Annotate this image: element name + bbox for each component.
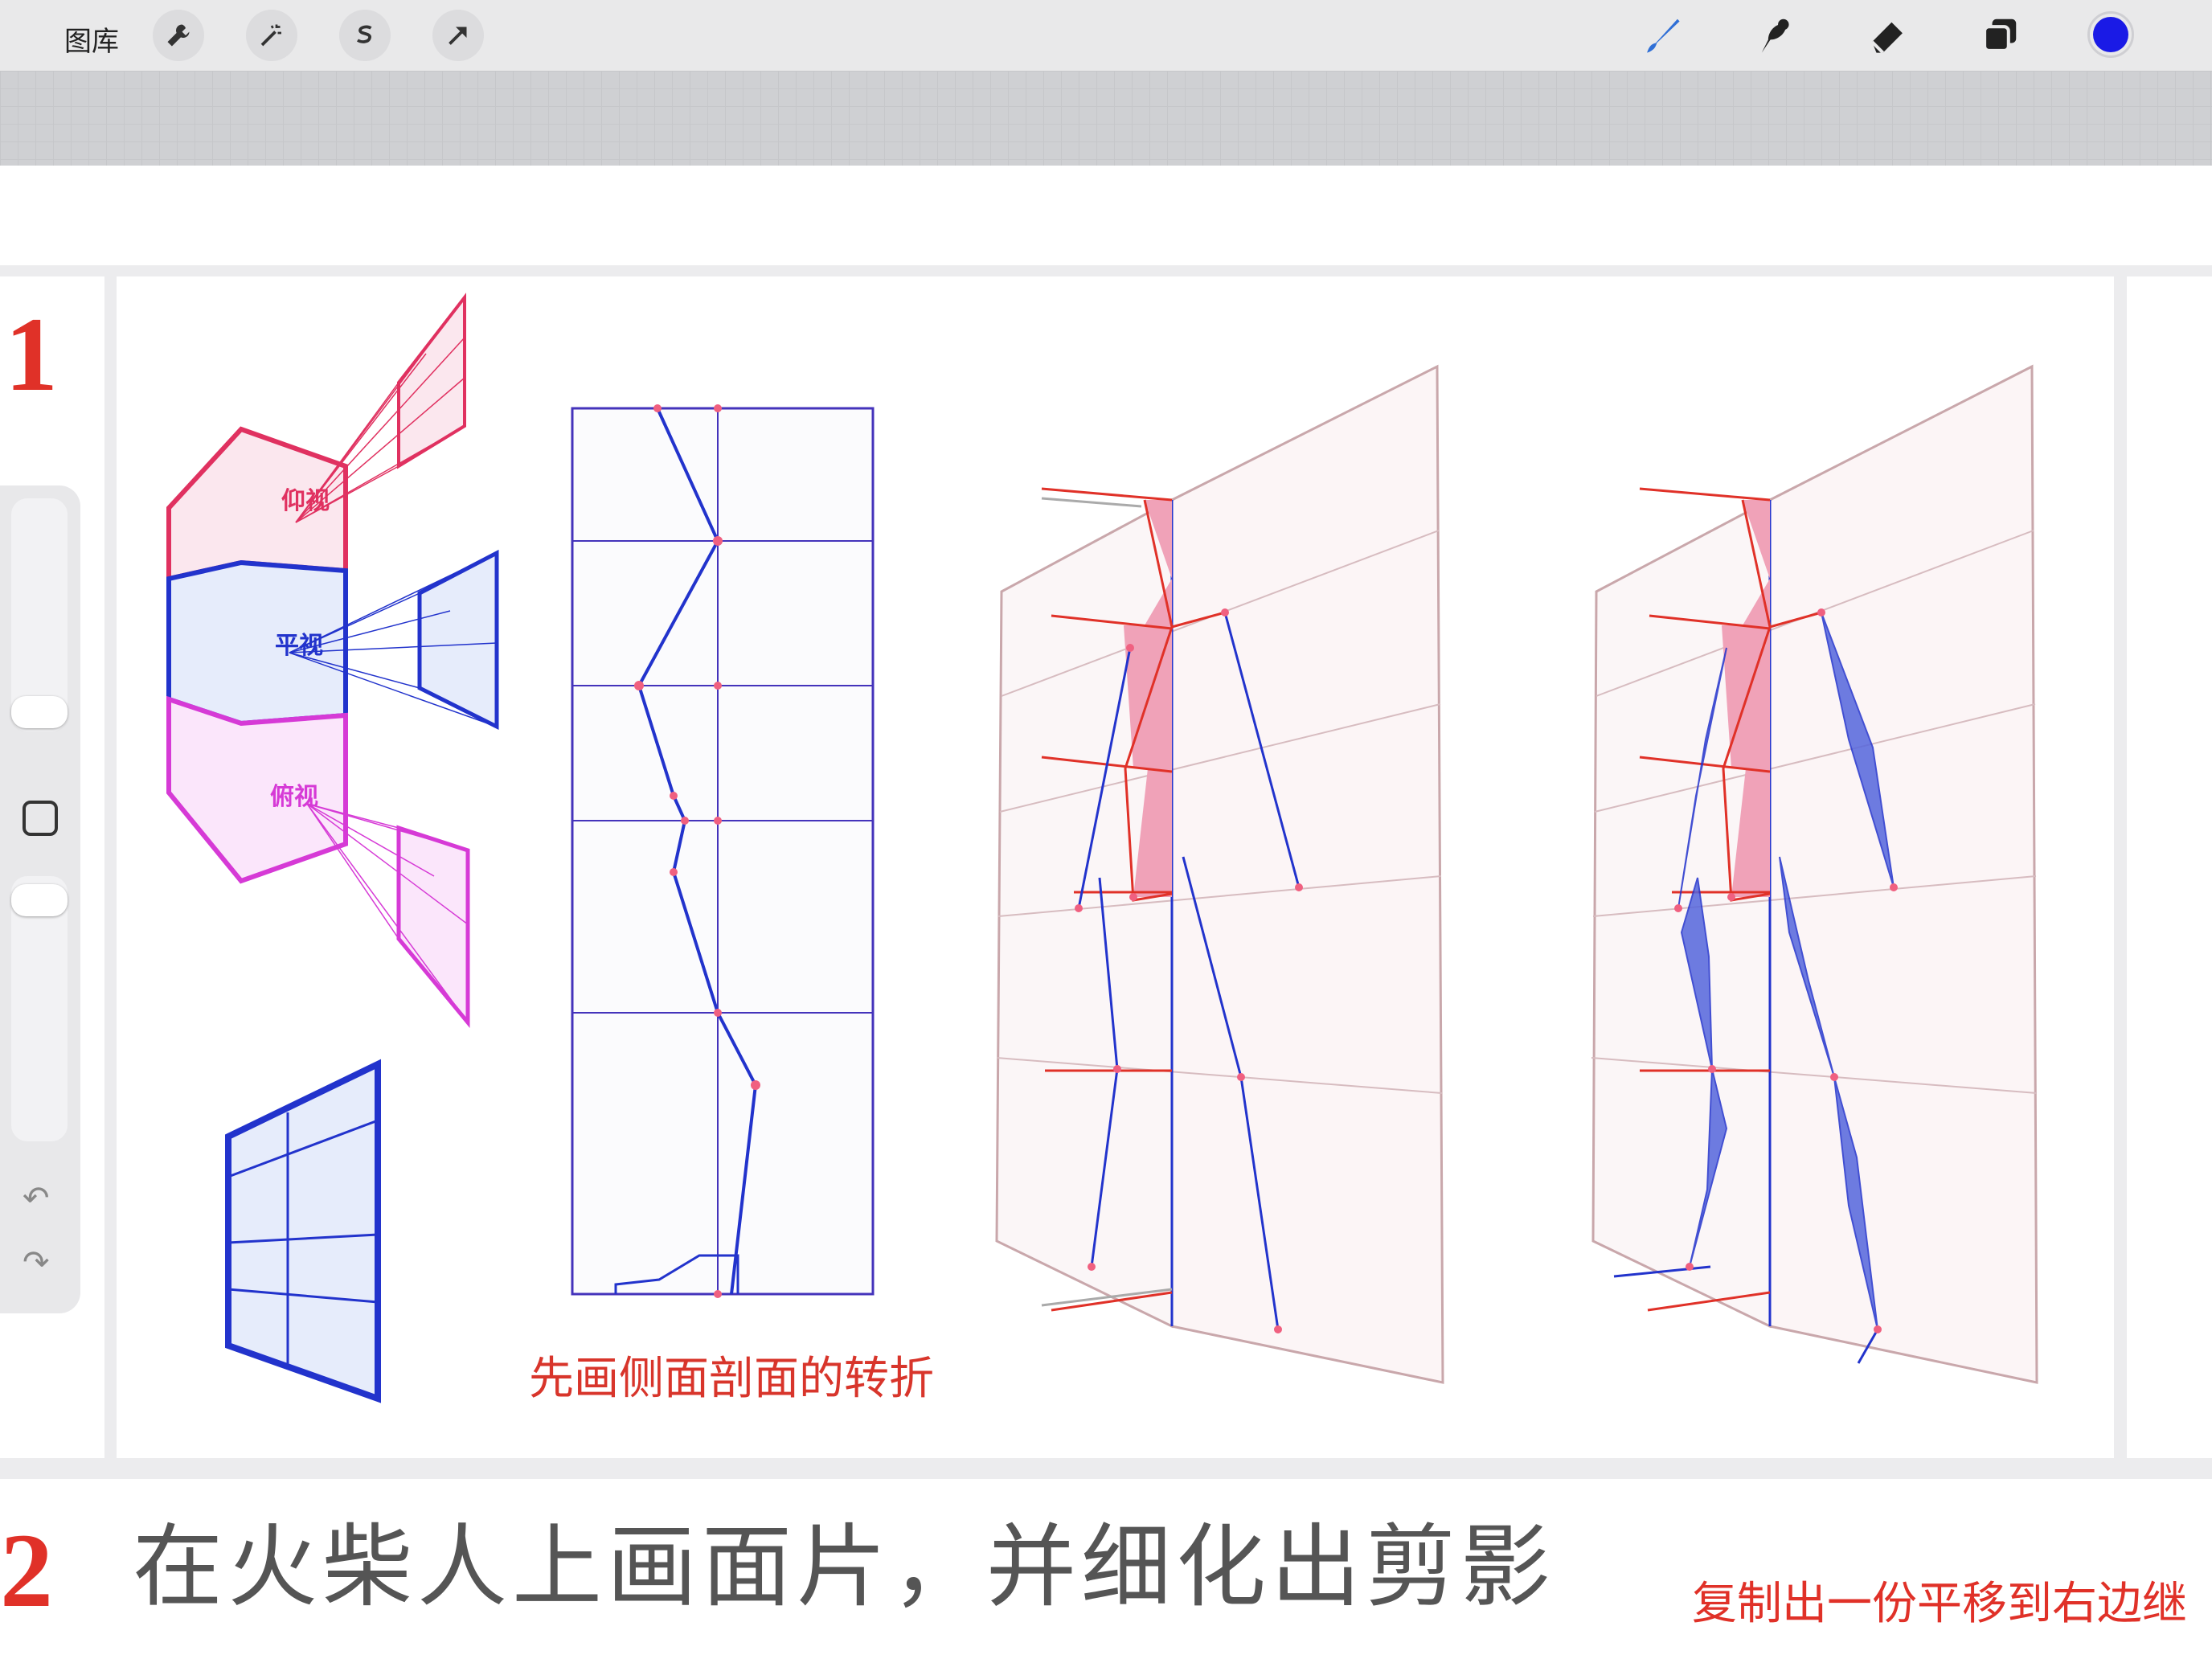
redo-icon[interactable]: ↷ [23,1244,50,1281]
caption-side-section: 先画侧面剖面的转折 [529,1353,934,1405]
side-section-diagram [571,404,875,1298]
blue-grid-panel [225,1059,381,1403]
undo-icon[interactable]: ↶ [23,1180,50,1217]
down-view-label: 俯视 [270,783,318,811]
drawing-illustrations [166,293,2038,1403]
up-view-label: 仰视 [281,487,330,515]
view-box-diagram [166,293,499,1028]
step-2-headline: 在火柴人上画面片，并细化出剪影 [133,1515,1555,1620]
right-note: 复制出一份平移到右边继 [1692,1578,2187,1630]
modify-button[interactable] [23,801,58,836]
left-sidebar: ↶ ↷ [0,485,80,1313]
stick-figure-plane-2 [1591,364,2038,1384]
step-2-number: 2 [0,1511,53,1629]
level-view-label: 平视 [275,632,323,660]
stick-figure-plane-1 [995,364,1444,1384]
opacity-thumb[interactable] [11,884,68,916]
brush-size-thumb[interactable] [11,696,68,728]
